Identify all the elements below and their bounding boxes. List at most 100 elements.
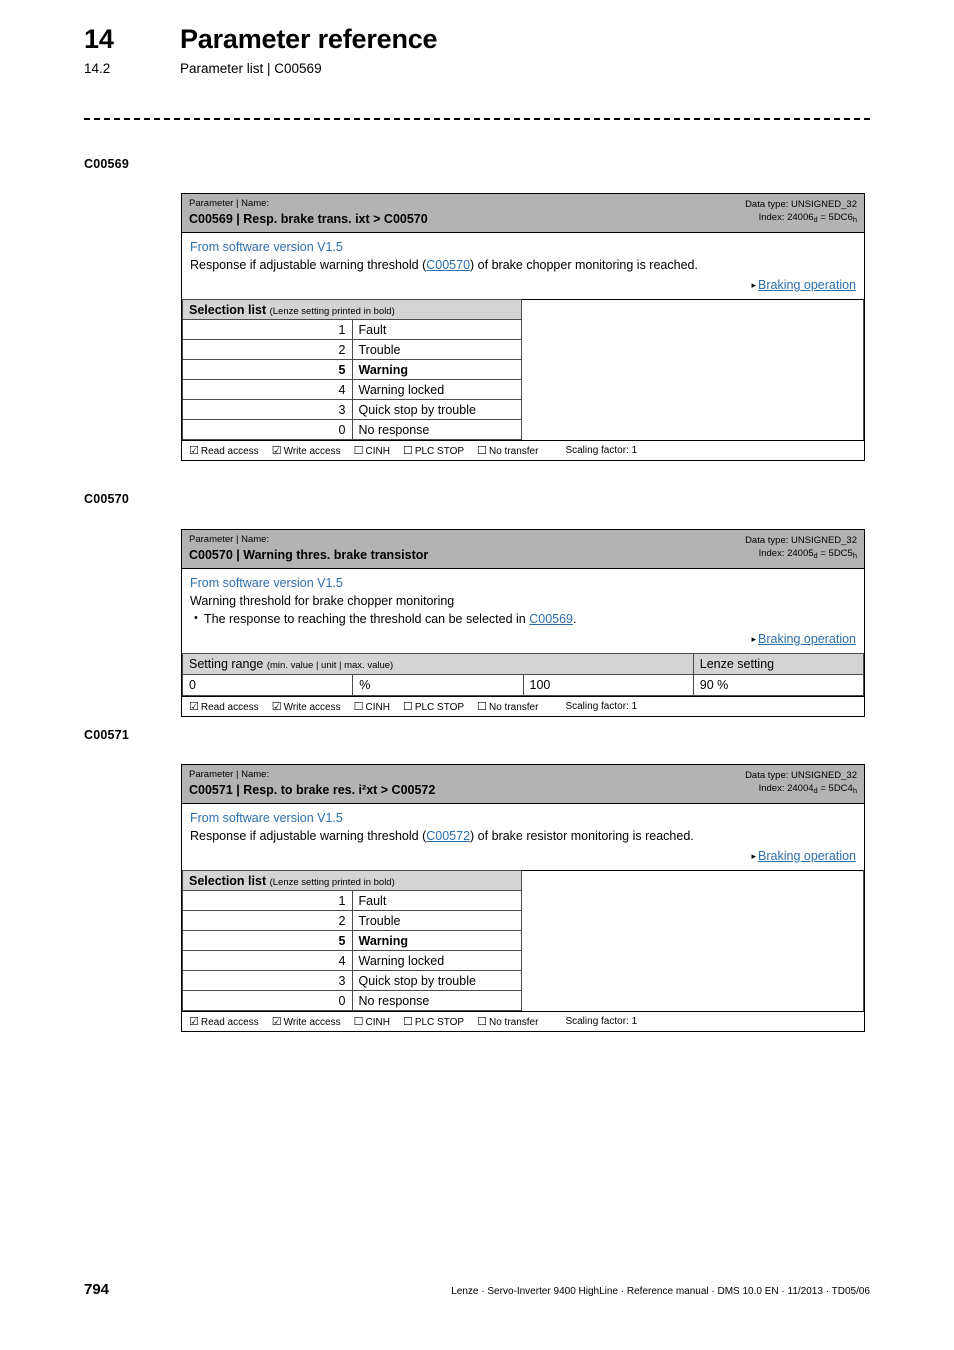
- setting-range-header: Setting range (min. value | unit | max. …: [182, 653, 694, 675]
- checkbox-unchecked-icon: ☐: [353, 1016, 364, 1028]
- flag-write-access: ☑ Write access: [272, 444, 341, 457]
- checkbox-unchecked-icon: ☐: [477, 701, 487, 713]
- parameter-header: Parameter | Name: C00570 | Warning thres…: [182, 530, 864, 569]
- row-label: Fault: [351, 319, 522, 340]
- row-code: 0: [182, 419, 352, 440]
- index-sub-dec: d: [813, 214, 818, 224]
- table-header-row: Setting range (min. value | unit | max. …: [182, 653, 865, 675]
- parameter-description: Response if adjustable warning threshold…: [190, 257, 856, 274]
- page-number: 794: [84, 1281, 110, 1298]
- blank-cell: [521, 870, 864, 1011]
- checkbox-checked-icon: ☑: [189, 445, 199, 457]
- index-sub-hex: h: [852, 214, 857, 224]
- index-mid: = 5DC6: [817, 211, 853, 223]
- parameter-block-c00569: Parameter | Name: C00569 | Resp. brake t…: [181, 193, 865, 461]
- row-label: Warning: [351, 930, 522, 951]
- flag-label: CINH: [365, 446, 390, 457]
- description-pre: Response if adjustable warning threshold…: [190, 829, 427, 843]
- crossref-link-braking-operation[interactable]: Braking operation: [758, 849, 856, 863]
- parameter-index: Index: 24006d = 5DC6h: [745, 212, 857, 225]
- scaling-factor: Scaling factor: 1: [565, 445, 638, 456]
- table-row: 0 % 100 90 %: [181, 674, 865, 696]
- row-code: 3: [182, 970, 352, 991]
- software-version: From software version V1.5: [190, 576, 343, 590]
- row-code: 1: [182, 319, 352, 340]
- selection-list-title: Selection list: [189, 873, 267, 888]
- flag-label: No transfer: [488, 702, 539, 713]
- parameter-kicker: Parameter | Name:: [189, 769, 270, 780]
- parameter-name: C00570 | Warning thres. brake transistor: [189, 548, 429, 562]
- setting-range-note: (min. value | unit | max. value): [266, 660, 394, 671]
- selection-list-header: Selection list (Lenze setting printed in…: [182, 299, 522, 320]
- margin-label-c00569: C00569: [84, 157, 129, 171]
- parameter-header-right: Data type: UNSIGNED_32 Index: 24005d = 5…: [745, 534, 857, 560]
- flag-label: No transfer: [488, 446, 539, 457]
- margin-label-c00571: C00571: [84, 728, 129, 742]
- row-label: Trouble: [351, 339, 522, 360]
- software-version: From software version V1.5: [190, 811, 343, 825]
- row-label: Quick stop by trouble: [351, 399, 522, 420]
- triangle-icon: ▸: [751, 634, 757, 644]
- index-sub-dec: d: [813, 550, 818, 560]
- selection-list-header: Selection list (Lenze setting printed in…: [182, 870, 522, 891]
- crossref-row: ▸ Braking operation: [190, 848, 856, 866]
- checkbox-unchecked-icon: ☐: [402, 1016, 413, 1028]
- parameter-body: From software version V1.5 Warning thres…: [182, 569, 864, 653]
- parameter-block-c00571: Parameter | Name: C00571 | Resp. to brak…: [181, 764, 865, 1032]
- setting-range-table: Setting range (min. value | unit | max. …: [181, 653, 865, 696]
- section-number: 14.2: [84, 61, 111, 76]
- crossref-row: ▸ Braking operation: [190, 631, 856, 649]
- flag-plc-stop: ☐ PLC STOP: [403, 700, 464, 713]
- header-divider: [84, 118, 870, 120]
- flag-label: Write access: [283, 446, 341, 457]
- row-code: 2: [182, 910, 352, 931]
- parameter-data-type: Data type: UNSIGNED_32: [745, 199, 857, 210]
- index-sub-hex: h: [852, 550, 857, 560]
- flag-label: Read access: [200, 702, 259, 713]
- section-title: Parameter list | C00569: [180, 61, 322, 76]
- scaling-factor: Scaling factor: 1: [565, 701, 638, 712]
- row-code: 2: [182, 339, 352, 360]
- parameter-header-right: Data type: UNSIGNED_32 Index: 24006d = 5…: [745, 198, 857, 224]
- row-label: Warning: [351, 359, 522, 380]
- selection-list-note: (Lenze setting printed in bold): [269, 305, 395, 317]
- list-item: The response to reaching the threshold c…: [190, 610, 856, 628]
- link-c00570[interactable]: C00570: [426, 258, 470, 272]
- flag-label: CINH: [365, 1017, 390, 1028]
- access-flags-row: ☑ Read access ☑ Write access ☐ CINH ☐ PLC ST…: [182, 440, 864, 460]
- flag-cinh: ☐ CINH: [354, 700, 390, 713]
- checkbox-unchecked-icon: ☐: [353, 445, 364, 457]
- flag-label: Read access: [200, 446, 259, 457]
- row-label: No response: [351, 419, 522, 440]
- parameter-index: Index: 24004d = 5DC4h: [745, 783, 857, 796]
- scaling-factor: Scaling factor: 1: [565, 1016, 638, 1027]
- parameter-body: From software version V1.5 Response if a…: [182, 804, 864, 870]
- selection-list-note: (Lenze setting printed in bold): [269, 876, 395, 888]
- description-bullet-list: The response to reaching the threshold c…: [190, 610, 856, 628]
- link-c00569[interactable]: C00569: [529, 612, 573, 626]
- margin-label-c00570: C00570: [84, 492, 129, 506]
- flag-label: Write access: [283, 1017, 341, 1028]
- row-code: 4: [182, 379, 352, 400]
- parameter-header: Parameter | Name: C00569 | Resp. brake t…: [182, 194, 864, 233]
- crossref-link-braking-operation[interactable]: Braking operation: [758, 278, 856, 292]
- flag-cinh: ☐ CINH: [354, 1015, 390, 1028]
- parameter-header-left: Parameter | Name: C00569 | Resp. brake t…: [189, 198, 428, 227]
- row-label: Quick stop by trouble: [351, 970, 522, 991]
- link-c00572[interactable]: C00572: [426, 829, 470, 843]
- range-unit: %: [352, 674, 524, 696]
- row-code: 0: [182, 990, 352, 1011]
- range-min-value: 0: [181, 674, 354, 696]
- parameter-header-left: Parameter | Name: C00570 | Warning thres…: [189, 534, 428, 563]
- access-flags-row: ☑ Read access ☑ Write access ☐ CINH ☐ PLC ST…: [182, 696, 864, 716]
- description-post: ) of brake chopper monitoring is reached…: [470, 258, 698, 272]
- triangle-icon: ▸: [751, 851, 757, 861]
- bullet-pre: The response to reaching the threshold c…: [204, 612, 530, 626]
- crossref-link-braking-operation[interactable]: Braking operation: [758, 632, 856, 646]
- flag-label: Write access: [283, 702, 341, 713]
- flag-cinh: ☐ CINH: [354, 444, 390, 457]
- index-sub-hex: h: [852, 785, 857, 795]
- access-flags-row: ☑ Read access ☑ Write access ☐ CINH ☐ PLC ST…: [182, 1011, 864, 1031]
- footer-source-line: Lenze · Servo-Inverter 9400 HighLine · R…: [451, 1286, 870, 1297]
- parameter-description: Warning threshold for brake chopper moni…: [190, 594, 455, 608]
